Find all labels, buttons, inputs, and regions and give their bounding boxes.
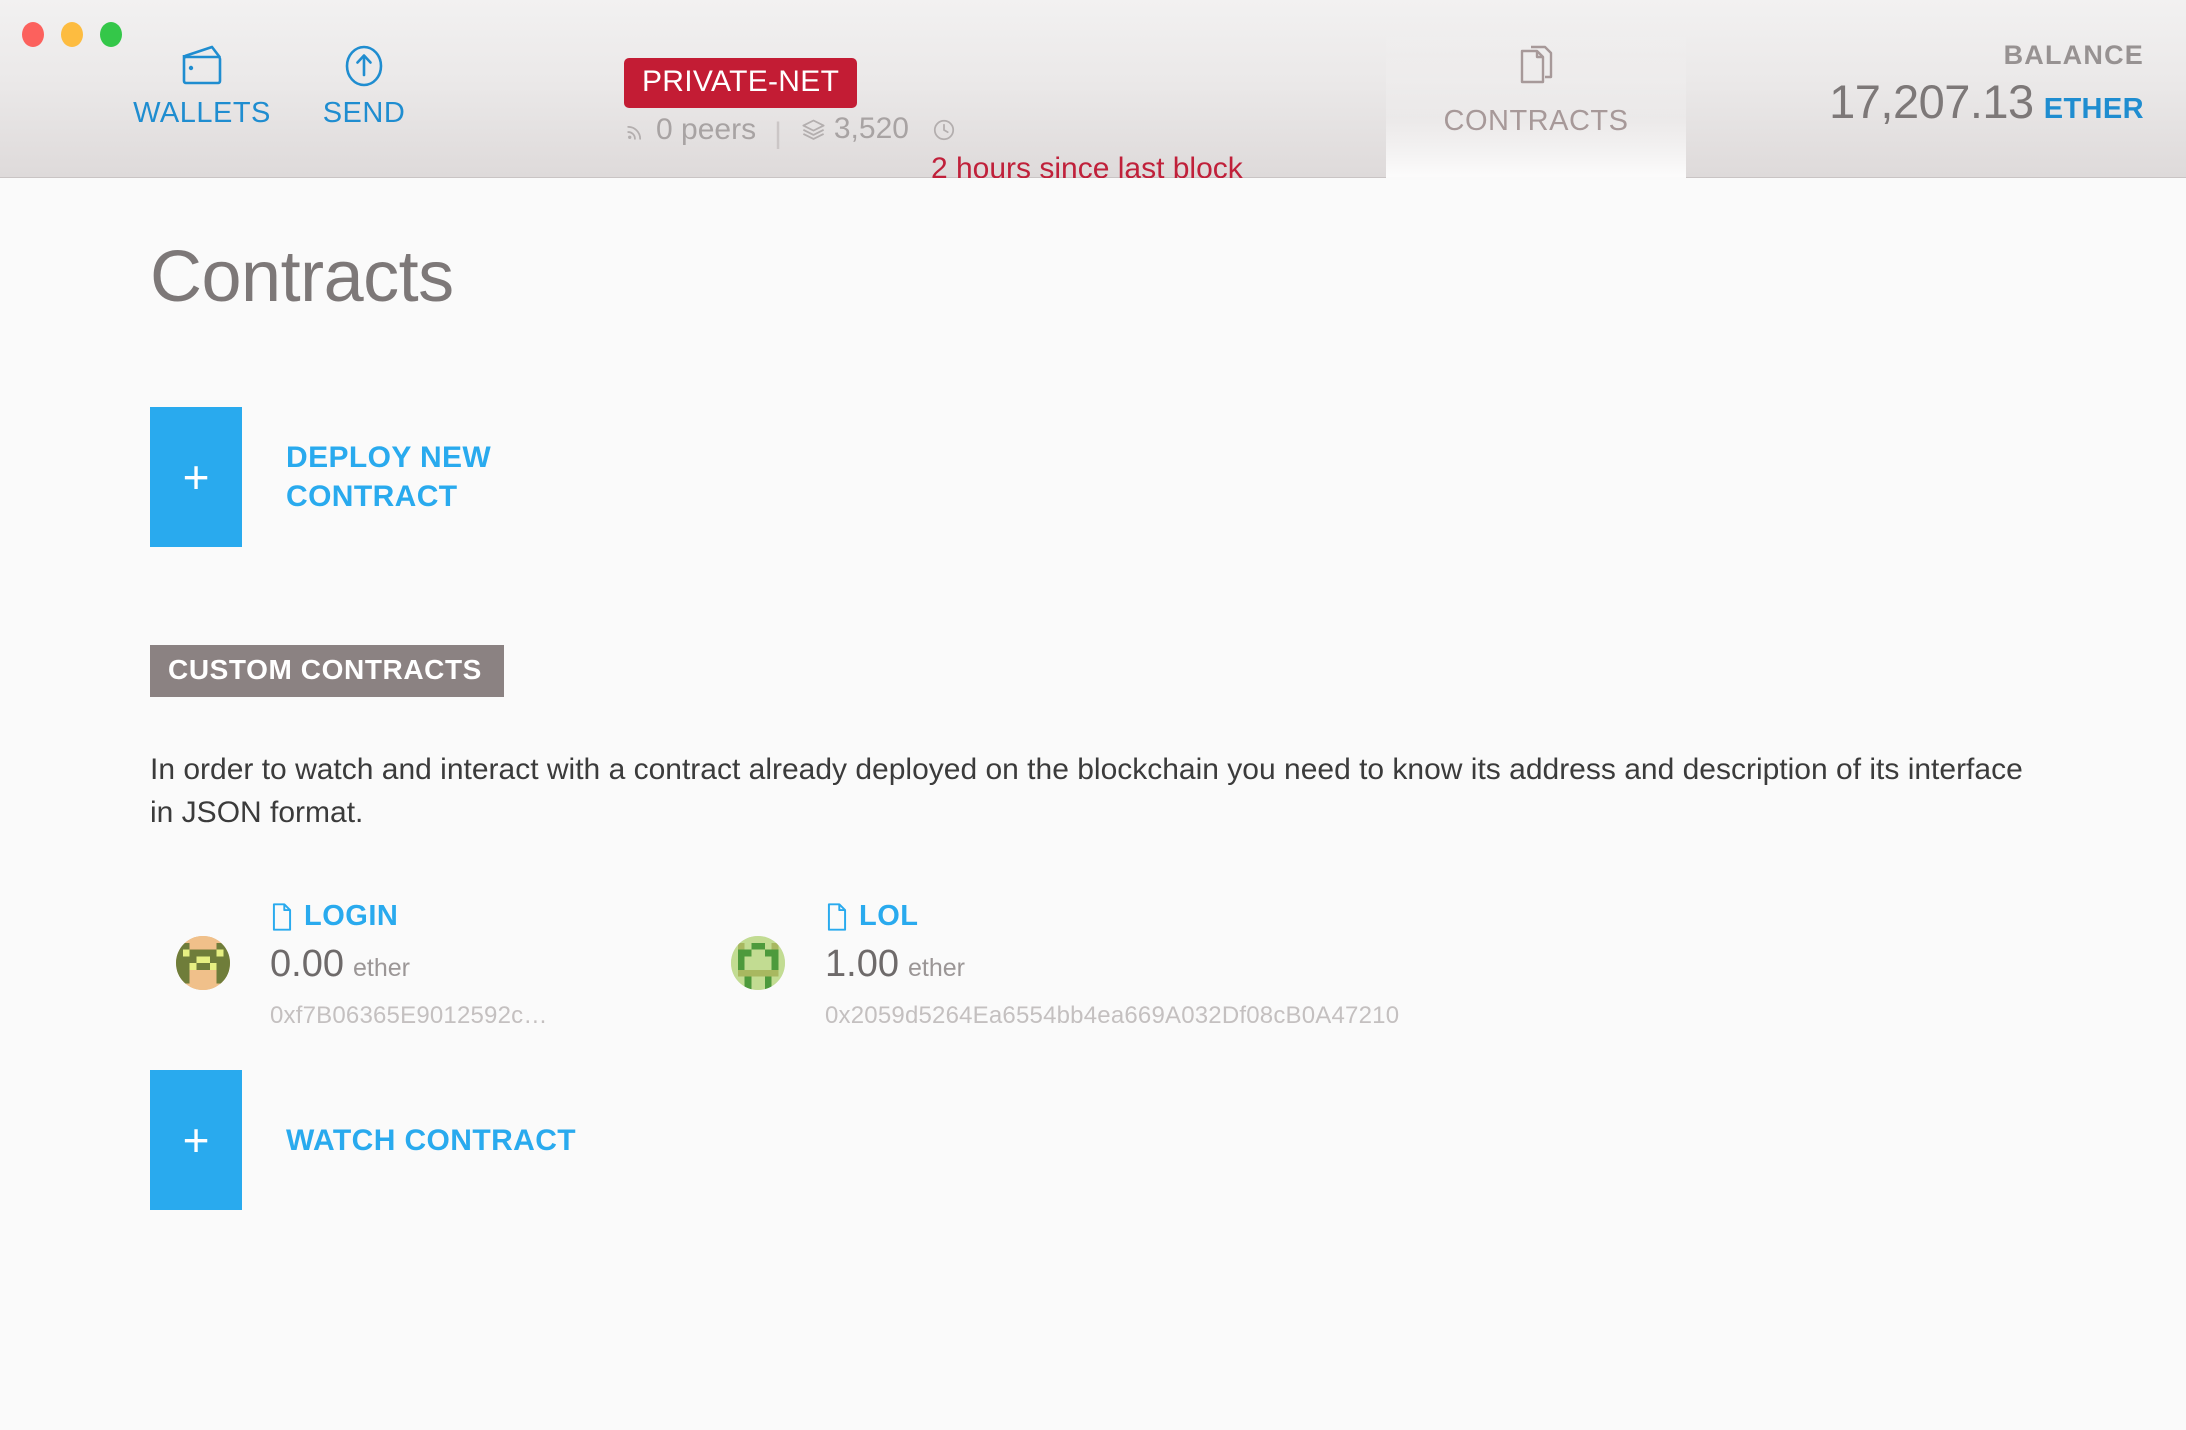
balance-unit: ETHER xyxy=(2043,93,2144,125)
contract-name: LOL xyxy=(859,900,919,933)
plus-icon: + xyxy=(182,451,210,504)
nav-item-contracts[interactable]: CONTRACTS xyxy=(1386,26,1686,178)
contract-name: LOGIN xyxy=(304,900,399,933)
contract-address: 0xf7B06365E9012592c… xyxy=(270,1002,548,1030)
page-title: Contracts xyxy=(150,237,454,317)
stats-divider: | xyxy=(774,116,782,150)
app-header: WALLETS SEND PRIVATE-NET 0 peers | 3,520… xyxy=(0,0,2186,185)
balance-label: BALANCE xyxy=(2003,40,2144,70)
signal-icon xyxy=(627,125,642,140)
contract-balance-row: 0.00 ether xyxy=(270,943,548,986)
app-window: WALLETS SEND PRIVATE-NET 0 peers | 3,520… xyxy=(0,0,2186,1430)
balance-value-row: 17,207.13 ETHER xyxy=(1829,74,2144,129)
nav-label-contracts: CONTRACTS xyxy=(1443,105,1629,137)
clock-icon xyxy=(933,119,955,140)
contract-card[interactable]: LOL 1.00 ether 0x2059d5264Ea6554bb4ea669… xyxy=(705,892,1399,1030)
contracts-documents-icon xyxy=(1509,42,1563,99)
contract-balance-unit: ether xyxy=(907,954,965,983)
custom-contracts-list: LOGIN 0.00 ether 0xf7B06365E9012592c… LO… xyxy=(150,892,2036,1030)
contract-address: 0x2059d5264Ea6554bb4ea669A032Df08cB0A472… xyxy=(825,1002,1400,1030)
wallet-icon xyxy=(176,40,228,92)
document-icon xyxy=(827,903,847,931)
contract-balance-row: 1.00 ether xyxy=(825,943,1399,986)
deploy-new-contract-row[interactable]: + DEPLOY NEW CONTRACT xyxy=(150,407,2036,548)
balance-block: BALANCE 17,207.13 ETHER xyxy=(1829,40,2144,129)
custom-contracts-section-header: CUSTOM CONTRACTS xyxy=(150,645,504,698)
watch-contract-row[interactable]: + WATCH CONTRACT xyxy=(150,1070,2036,1211)
main-content: Contracts + DEPLOY NEW CONTRACT CUSTOM C… xyxy=(0,178,2186,1430)
peers-stat: 0 peers xyxy=(624,115,756,145)
peers-count-label: 0 peers xyxy=(656,113,757,146)
block-number-stat: 3,520 xyxy=(800,114,909,144)
custom-contracts-description: In order to watch and interact with a co… xyxy=(150,753,2023,829)
document-icon xyxy=(272,903,292,931)
nav-label-wallets: WALLETS xyxy=(133,97,271,129)
nav-label-send: SEND xyxy=(322,97,406,129)
node-stats: 0 peers | 3,520 2 hours since last block xyxy=(624,108,1261,187)
plus-icon: + xyxy=(182,1114,210,1167)
maximize-window-button[interactable] xyxy=(100,22,122,47)
contract-info: LOL 1.00 ether 0x2059d5264Ea6554bb4ea669… xyxy=(825,892,1399,1030)
contract-balance: 1.00 xyxy=(825,943,899,986)
contract-balance: 0.00 xyxy=(270,943,344,986)
watch-contract-tile[interactable]: + xyxy=(150,1070,242,1211)
deploy-new-contract-label[interactable]: DEPLOY NEW CONTRACT xyxy=(242,407,572,547)
identicon-avatar xyxy=(731,936,785,991)
network-badge[interactable]: PRIVATE-NET xyxy=(624,58,858,108)
contract-info: LOGIN 0.00 ether 0xf7B06365E9012592c… xyxy=(270,892,548,1030)
nav-item-send[interactable]: SEND xyxy=(264,40,464,130)
layers-icon xyxy=(802,119,825,140)
last-block-stat: 2 hours since last block xyxy=(931,117,1261,188)
send-arrow-up-icon xyxy=(339,40,389,92)
balance-amount: 17,207.13 xyxy=(1829,75,2034,128)
deploy-new-contract-tile[interactable]: + xyxy=(150,407,242,548)
block-number-label: 3,520 xyxy=(833,112,909,145)
identicon-avatar xyxy=(176,936,230,991)
minimize-window-button[interactable] xyxy=(61,22,83,47)
contract-balance-unit: ether xyxy=(352,954,410,983)
contract-card[interactable]: LOGIN 0.00 ether 0xf7B06365E9012592c… xyxy=(150,892,705,1030)
contract-name-row[interactable]: LOGIN xyxy=(270,900,548,933)
network-status-cluster: PRIVATE-NET 0 peers | 3,520 2 hours sinc… xyxy=(624,58,1344,187)
traffic-lights xyxy=(22,22,122,47)
close-window-button[interactable] xyxy=(22,22,44,47)
watch-contract-label[interactable]: WATCH CONTRACT xyxy=(242,1070,576,1210)
contract-name-row[interactable]: LOL xyxy=(825,900,1399,933)
